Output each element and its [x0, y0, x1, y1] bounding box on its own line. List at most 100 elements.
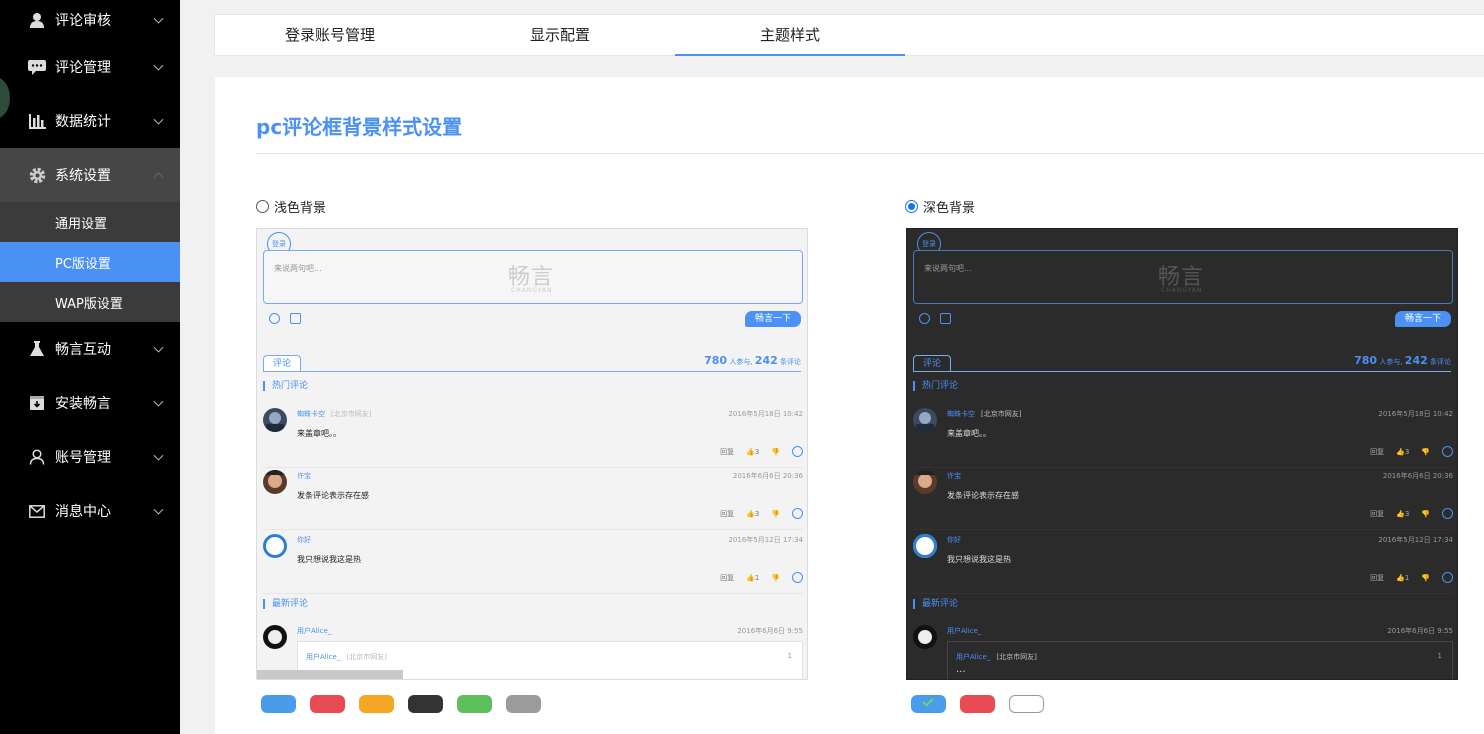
tab-theme-style[interactable]: 主题样式 — [675, 15, 905, 56]
like-count: 👍1 — [1396, 573, 1410, 582]
comment-count: 242 — [754, 354, 778, 367]
sidebar-item-install[interactable]: 安装畅言 — [0, 376, 180, 430]
color-swatch-red[interactable] — [310, 695, 345, 713]
sidebar-item-system-settings[interactable]: 系统设置 — [0, 148, 180, 202]
dark-bg-radio[interactable] — [905, 200, 918, 213]
comment-actions: 回复 👍3 👎 — [1370, 446, 1453, 457]
settings-tabs: 登录账号管理 显示配置 主题样式 — [214, 14, 1484, 56]
dark-bg-option[interactable]: 深色背景 — [905, 197, 975, 216]
preview-comment: 你好 2016年5月12日 17:34 我只想说我这是热 回复 👍1 👎 — [913, 534, 1453, 594]
color-swatch-gray[interactable] — [506, 695, 541, 713]
avatar — [263, 625, 287, 649]
color-swatch-blue[interactable] — [261, 695, 296, 713]
light-bg-radio[interactable] — [256, 200, 269, 213]
sidebar-item-comment-review[interactable]: 评论审核 — [0, 0, 180, 40]
comment-time: 2016年5月18日 10:42 — [728, 410, 803, 418]
sidebar-subitem-label: PC版设置 — [55, 256, 111, 272]
chevron-down-icon — [153, 342, 164, 353]
dark-color-swatches — [911, 695, 1044, 713]
avatar — [913, 408, 937, 432]
user-icon — [28, 11, 46, 29]
preview-hot-title: 热门评论 — [263, 381, 308, 391]
color-swatch-blue[interactable] — [911, 695, 946, 713]
share-icon — [1442, 508, 1453, 519]
emoji-icon — [919, 313, 930, 324]
preview-tab-line — [263, 371, 801, 372]
comment-text: 发条评论表示存在感 — [297, 491, 369, 500]
comment-text: 发条评论表示存在感 — [947, 491, 1019, 500]
color-swatch-white[interactable] — [1009, 695, 1044, 713]
page-title: pc评论框背景样式设置 — [256, 115, 463, 139]
sidebar-item-label: 数据统计 — [55, 114, 111, 130]
color-swatch-black[interactable] — [408, 695, 443, 713]
chevron-down-icon — [153, 13, 164, 24]
comment-actions: 回复 👍1 👎 — [1370, 572, 1453, 583]
comment-author: 蜘蛛卡空 [北京市网友] — [947, 409, 1021, 419]
sidebar-item-label: 评论审核 — [55, 13, 111, 29]
sidebar-item-messages[interactable]: 消息中心 — [0, 484, 180, 538]
preview-submit-button: 畅言一下 — [1395, 311, 1451, 327]
share-icon — [1442, 446, 1453, 457]
comment-label: 条评论 — [780, 358, 801, 366]
chevron-down-icon — [153, 396, 164, 407]
dislike-icon: 👎 — [771, 573, 780, 582]
comment-time: 2016年6月6日 20:36 — [1382, 472, 1453, 480]
comment-count: 242 — [1404, 354, 1428, 367]
reply-author: 用户Alice_ [北京市网友] — [306, 652, 387, 662]
reply-label: 回复 — [720, 447, 735, 456]
tab-login-account[interactable]: 登录账号管理 — [215, 15, 445, 55]
sidebar-item-label: 评论管理 — [55, 60, 111, 76]
dislike-icon: 👎 — [771, 447, 780, 456]
reply-label: 回复 — [1370, 447, 1385, 456]
preview-placeholder: 来说两句吧... — [924, 264, 972, 273]
like-count-value: 3 — [754, 509, 760, 518]
preview-count: 780 人参与, 242 条评论 — [1354, 354, 1451, 367]
color-swatch-red[interactable] — [960, 695, 995, 713]
sidebar-item-interaction[interactable]: 畅言互动 — [0, 322, 180, 376]
sidebar-item-statistics[interactable]: 数据统计 — [0, 94, 180, 148]
comment-author: 你好 — [947, 536, 961, 544]
comment-text: 我只想说我这是热 — [297, 555, 361, 564]
join-label: 人参与, — [729, 358, 753, 366]
light-color-swatches — [261, 695, 541, 713]
color-swatch-orange[interactable] — [359, 695, 394, 713]
reply-count: 1 — [1437, 652, 1442, 660]
person-outline-icon — [28, 448, 46, 466]
reply-label: 回复 — [720, 509, 735, 518]
comment-text: 我只想说我这是热 — [947, 555, 1011, 564]
sidebar-item-label: 消息中心 — [55, 504, 111, 520]
gear-icon — [28, 166, 46, 184]
sidebar-subitem-pc[interactable]: PC版设置 — [0, 242, 180, 282]
sidebar-item-account[interactable]: 账号管理 — [0, 430, 180, 484]
check-icon — [922, 695, 934, 707]
theme-panel: pc评论框背景样式设置 浅色背景 深色背景 登录 来说两句吧... 畅言 CHA… — [214, 76, 1484, 734]
light-preview: 登录 来说两句吧... 畅言 CHANGYAN 畅言一下 评论 780 人参与,… — [256, 228, 808, 680]
sidebar-subitem-label: WAP版设置 — [55, 296, 123, 312]
sidebar-item-comment-manage[interactable]: 评论管理 — [0, 40, 180, 94]
preview-tab: 评论 — [913, 355, 951, 372]
like-count-value: 3 — [1404, 447, 1410, 456]
light-bg-option[interactable]: 浅色背景 — [256, 197, 326, 216]
comment-time: 2016年5月12日 17:34 — [1378, 536, 1453, 544]
tab-display-config[interactable]: 显示配置 — [445, 15, 675, 55]
preview-new-title: 最新评论 — [263, 599, 308, 609]
dislike-icon: 👎 — [1421, 573, 1430, 582]
chevron-down-icon — [153, 114, 164, 125]
preview-tools — [269, 313, 301, 324]
like-count-value: 1 — [754, 573, 760, 582]
preview-placeholder: 来说两句吧... — [274, 264, 322, 273]
sidebar-subitem-general[interactable]: 通用设置 — [0, 202, 180, 242]
comment-text: 来盖章吧。。 — [947, 429, 991, 438]
preview-comment: 许宝 2016年6月6日 20:36 发条评论表示存在感 回复 👍3 👎 — [913, 470, 1453, 530]
reply-location: [北京市网友] — [996, 653, 1037, 661]
light-bg-label: 浅色背景 — [274, 201, 327, 216]
color-swatch-green[interactable] — [457, 695, 492, 713]
reply-author-name: 用户Alice_ — [956, 653, 991, 661]
dark-preview: 登录 来说两句吧... 畅言 CHANGYAN 畅言一下 评论 780 人参与,… — [906, 228, 1458, 680]
dislike-icon: 👎 — [1421, 447, 1430, 456]
preview-comment-input: 来说两句吧... 畅言 CHANGYAN — [263, 250, 803, 304]
comment-author: 你好 — [297, 536, 311, 544]
avatar — [913, 470, 937, 494]
sidebar-subitem-wap[interactable]: WAP版设置 — [0, 282, 180, 322]
join-count: 780 — [704, 354, 728, 367]
